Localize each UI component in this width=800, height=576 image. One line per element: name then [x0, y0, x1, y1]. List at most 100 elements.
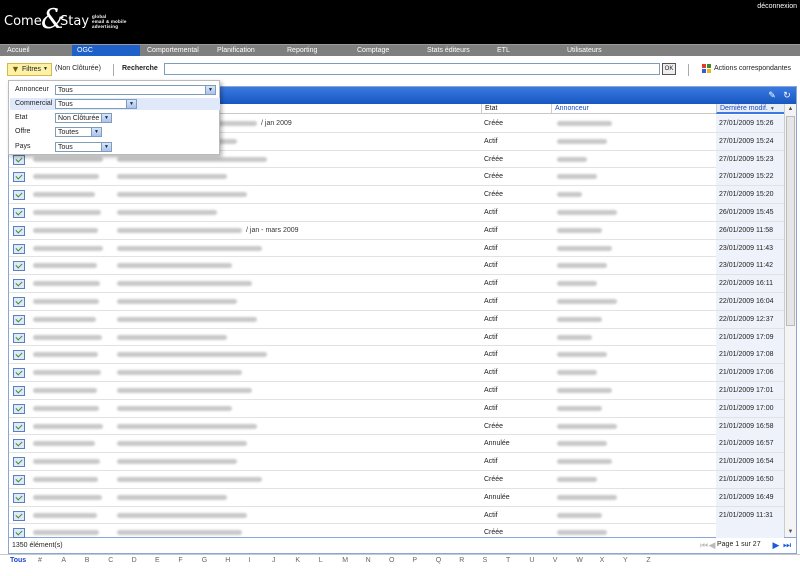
table-row[interactable]: Annulée 21/01/2009 16:49 [9, 488, 784, 507]
actions-correspondantes-link[interactable]: Actions correspondantes [702, 64, 791, 73]
table-row[interactable]: Créée 21/01/2009 16:50 [9, 471, 784, 489]
alpha-filter-item[interactable]: G [202, 557, 207, 564]
column-header-derniere-modif[interactable]: Dernière modif. ▼ [716, 104, 784, 114]
etat-select[interactable]: Non Clôturée ▼ [55, 113, 112, 123]
offre-select[interactable]: Toutes ▼ [55, 127, 102, 137]
filters-button[interactable]: ▼ Filtres ▼ [7, 63, 52, 76]
scrollbar-thumb[interactable] [786, 116, 795, 326]
edit-icon[interactable] [13, 510, 25, 521]
edit-icon[interactable] [13, 314, 25, 325]
alpha-filter-item[interactable]: H [225, 557, 230, 564]
alpha-filter-item[interactable]: S [483, 557, 488, 564]
alpha-filter-item[interactable]: E [155, 557, 160, 564]
edit-icon[interactable] [13, 475, 25, 485]
nav-item-comportemental[interactable]: Comportemental [142, 45, 210, 56]
table-row[interactable]: Actif 22/01/2009 16:11 [9, 275, 784, 293]
nav-item-utilisateurs[interactable]: Utilisateurs [562, 45, 630, 56]
alpha-filter-item[interactable]: M [342, 557, 348, 564]
alpha-filter-item[interactable]: Q [436, 557, 441, 564]
edit-icon[interactable] [13, 172, 25, 183]
column-header-annonceur[interactable]: Annonceur [551, 104, 716, 114]
annonceur-select[interactable]: Tous ▼ [55, 85, 216, 95]
table-row[interactable]: Actif 21/01/2009 17:06 [9, 364, 784, 382]
alpha-filter-item[interactable]: O [389, 557, 394, 564]
edit-icon[interactable] [13, 403, 25, 414]
alpha-filter-item[interactable]: K [295, 557, 300, 564]
edit-icon[interactable] [13, 421, 25, 432]
alpha-filter-item[interactable]: A [61, 557, 66, 564]
edit-icon[interactable] [13, 386, 25, 396]
alpha-filter-item[interactable]: R [459, 557, 464, 564]
table-row[interactable]: Actif 22/01/2009 12:37 [9, 310, 784, 329]
alpha-filter-item[interactable]: # [38, 557, 42, 564]
last-page-icon[interactable]: ⏭ [782, 540, 792, 551]
alpha-filter-item[interactable]: U [529, 557, 534, 564]
alpha-filter-item[interactable]: V [553, 557, 558, 564]
alpha-filter-item[interactable]: T [506, 557, 510, 564]
nav-item-comptage[interactable]: Comptage [352, 45, 420, 56]
pays-select[interactable]: Tous ▼ [55, 142, 112, 152]
edit-icon[interactable] [13, 154, 25, 165]
table-row[interactable]: Actif 22/01/2009 16:04 [9, 293, 784, 311]
alpha-filter-item[interactable]: X [600, 557, 605, 564]
vertical-scrollbar[interactable]: ▲ ▼ [784, 104, 796, 537]
edit-icon[interactable] [13, 350, 25, 361]
table-row[interactable]: Actif 21/01/2009 11:31 [9, 506, 784, 525]
table-row[interactable]: Actif 21/01/2009 17:00 [9, 399, 784, 418]
table-row[interactable]: Actif 21/01/2009 17:09 [9, 328, 784, 347]
commercial-select[interactable]: Tous ▼ [55, 99, 137, 109]
table-row[interactable]: Actif 21/01/2009 17:08 [9, 346, 784, 365]
alpha-filter-item[interactable]: P [412, 557, 417, 564]
edit-icon[interactable] [13, 190, 25, 201]
edit-icon[interactable] [13, 261, 25, 272]
alpha-filter-item[interactable]: N [366, 557, 371, 564]
nav-item-stats-editeurs[interactable]: Stats éditeurs [422, 45, 490, 56]
edit-icon[interactable] [13, 368, 25, 379]
alpha-filter-item[interactable]: W [576, 557, 583, 564]
alpha-filter-item[interactable]: J [272, 557, 276, 564]
alpha-filter-item[interactable]: F [178, 557, 182, 564]
next-page-icon[interactable]: ▶ [771, 540, 781, 551]
edit-icon[interactable] [13, 332, 25, 343]
edit-icon[interactable] [13, 439, 25, 450]
edit-icon[interactable] [13, 492, 25, 503]
nav-item-planification[interactable]: Planification [212, 45, 280, 56]
scroll-down-icon[interactable]: ▼ [786, 527, 795, 537]
edit-icon[interactable] [13, 297, 25, 307]
logout-link[interactable]: déconnexion [757, 3, 797, 10]
edit-icon[interactable] [13, 279, 25, 290]
edit-icon[interactable] [13, 208, 25, 218]
table-row[interactable]: Actif 26/01/2009 15:45 [9, 204, 784, 222]
alpha-filter-item[interactable]: L [319, 557, 323, 564]
edit-icon[interactable] [13, 457, 25, 468]
edit-icon[interactable] [13, 528, 25, 539]
alpha-filter-item[interactable]: Y [623, 557, 628, 564]
table-row[interactable]: Actif 21/01/2009 16:54 [9, 453, 784, 471]
column-header-etat[interactable]: Etat [481, 104, 551, 114]
come-and-stay-logo[interactable]: Come & Stay global email & mobile advert… [4, 4, 139, 38]
nav-item-ogc[interactable]: OGC [72, 45, 140, 56]
table-row[interactable]: Actif 21/01/2009 17:01 [9, 382, 784, 400]
alpha-filter-item[interactable]: B [85, 557, 90, 564]
scroll-up-icon[interactable]: ▲ [786, 104, 795, 114]
table-row[interactable]: Annulée 21/01/2009 16:57 [9, 435, 784, 454]
alpha-filter-item[interactable]: C [108, 557, 113, 564]
refresh-icon[interactable]: ↻ [782, 90, 792, 100]
alpha-filter-item[interactable]: Z [646, 557, 650, 564]
nav-item-accueil[interactable]: Accueil [2, 45, 70, 56]
edit-icon[interactable] [13, 243, 25, 254]
alpha-filter-item[interactable]: Tous [10, 557, 26, 564]
table-row[interactable]: Actif 23/01/2009 11:43 [9, 239, 784, 258]
table-row[interactable]: Créée 21/01/2009 16:58 [9, 417, 784, 436]
prev-page-icon[interactable]: ◀ [707, 540, 717, 551]
clear-filter-icon[interactable]: ✎ [767, 90, 777, 100]
table-row[interactable]: / jan - mars 2009 Actif 26/01/2009 11:58 [9, 221, 784, 240]
search-input[interactable] [164, 63, 660, 75]
search-ok-button[interactable]: OK [662, 63, 676, 75]
table-row[interactable]: Créée 27/01/2009 15:22 [9, 168, 784, 187]
edit-icon[interactable] [13, 225, 25, 236]
table-row[interactable]: Actif 23/01/2009 11:42 [9, 257, 784, 276]
nav-item-reporting[interactable]: Reporting [282, 45, 350, 56]
alpha-filter-item[interactable]: I [249, 557, 251, 564]
table-row[interactable]: Créée [9, 524, 784, 539]
